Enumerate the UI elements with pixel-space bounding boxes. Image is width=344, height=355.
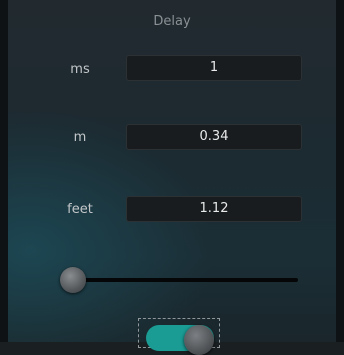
delay-toggle-knob[interactable] [184,325,214,355]
panel-edge-left [0,0,8,342]
panel-edge-right [336,0,344,342]
delay-panel: Delay ms 1 m 0.34 feet 1.12 [0,0,344,355]
meters-label: m [73,130,87,145]
feet-field[interactable]: 1.12 [126,196,302,222]
delay-slider-track[interactable] [68,278,298,282]
delay-slider-knob[interactable] [60,267,86,293]
panel-title: Delay [153,14,191,29]
ms-field[interactable]: 1 [126,55,302,81]
feet-label: feet [67,202,93,217]
ms-label: ms [70,62,90,77]
meters-field[interactable]: 0.34 [126,124,302,150]
